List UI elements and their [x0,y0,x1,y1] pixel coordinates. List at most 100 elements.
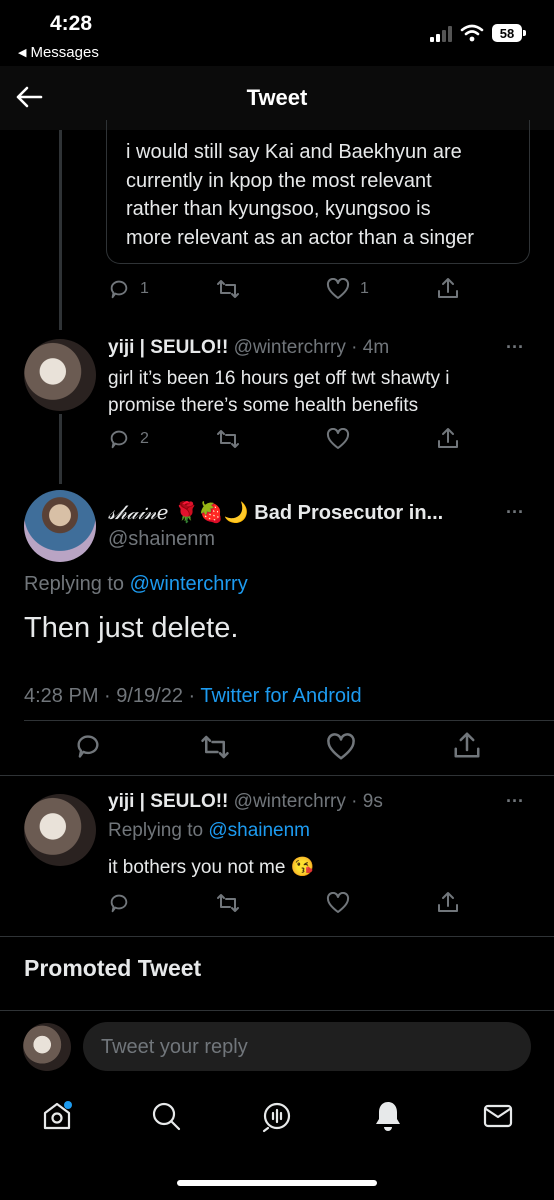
tweet-actions [108,892,538,916]
author-handle[interactable]: @winterchrry [234,337,346,358]
share-icon [454,732,480,758]
main-tweet-name[interactable]: 𝓈𝒽𝒶𝒾𝓃𝑒 🌹🍓🌙 Bad Prosecutor in... [108,500,443,525]
replying-to-link[interactable]: @shainenm [208,820,310,841]
like-count: 1 [360,280,369,297]
heart-icon [327,733,355,760]
heart-icon [326,428,350,449]
author-handle[interactable]: @shainenm [108,528,215,551]
wifi-icon [460,24,484,42]
thread-line [59,130,62,330]
tweet-time: 4m [362,337,390,358]
divider [0,775,554,776]
tweet-line: it bothers you not me [108,857,286,878]
reply-button[interactable] [74,732,102,760]
back-app-label: Messages [30,44,99,61]
thread-line [59,414,62,484]
avatar[interactable] [24,339,96,411]
promoted-tweet-heading: Promoted Tweet [24,955,202,981]
replying-to: Replying to @shainenm [108,820,310,842]
reply-icon [110,430,128,449]
replying-to: Replying to @winterchrry [24,573,248,596]
quoted-line: currently in kpop the most relevant [126,169,432,192]
reply-icon [110,280,128,299]
reply-count: 1 [140,280,149,297]
bell-icon [376,1102,400,1131]
more-options-button[interactable]: ··· [506,502,524,523]
back-to-messages-link[interactable]: ◀ Messages [18,44,99,61]
tab-notifications[interactable] [371,1099,405,1133]
mail-icon [483,1104,513,1128]
author-name-rest: Bad Prosecutor in... [254,502,444,524]
tweet-line: promise there’s some health benefits [108,395,419,416]
tab-messages[interactable] [482,1102,514,1130]
tweet-header: yiji | SEULO!! @winterchrry · 4m [108,337,389,359]
more-options-button[interactable]: ··· [506,791,524,812]
tweet-text: it bothers you not me 😘 [108,855,314,879]
battery-level: 58 [499,25,515,41]
tweet-source-link[interactable]: Twitter for Android [200,685,361,707]
avatar [23,1023,71,1071]
reply-button[interactable] [108,892,130,914]
like-button[interactable]: 1 [326,278,369,300]
share-button[interactable] [436,276,460,300]
retweet-icon [217,894,239,912]
retweet-button[interactable] [216,278,240,300]
retweet-button[interactable] [216,892,240,914]
kiss-emoji: 😘 [290,857,315,878]
reply-button[interactable]: 1 [108,278,149,300]
like-button[interactable] [326,733,356,761]
share-button[interactable] [436,890,460,914]
share-icon [438,278,458,298]
heart-icon [326,278,350,299]
quoted-line: more relevant as an actor than a singer [126,226,474,249]
avatar[interactable] [24,490,96,562]
home-indicator [177,1180,377,1186]
more-options-button[interactable]: ··· [506,337,524,358]
share-button[interactable] [452,730,482,760]
retweet-icon [217,430,239,448]
battery-cap [523,30,526,36]
signal-icon [430,26,454,42]
spaces-icon [262,1102,291,1133]
author-handle[interactable]: @winterchrry [234,791,346,812]
reply-icon [77,735,99,758]
tweet-meta: 4:28 PM · 9/19/22 · Twitter for Android [24,685,362,708]
divider [24,720,554,721]
reply-input[interactable]: Tweet your reply [83,1022,531,1071]
author-name[interactable]: yiji | SEULO!! [108,337,228,358]
tweet-timestamp: 4:28 PM · 9/19/22 · [24,685,196,707]
tab-search[interactable] [150,1100,182,1132]
main-tweet-actions [0,730,554,764]
reply-count: 2 [140,430,149,447]
share-button[interactable] [436,426,460,450]
tweet-time: 9s [362,791,383,812]
share-icon [438,428,458,448]
tweet-actions: 2 [108,428,538,452]
replying-to-link[interactable]: @winterchrry [130,573,248,595]
home-icon [43,1101,72,1130]
quoted-tweet-card[interactable]: i would still say Kai and Baekhyun are c… [106,120,530,264]
dot-separator: · [345,337,363,358]
name-emojis: 🌹🍓🌙 [174,502,249,524]
retweet-icon [201,735,229,759]
avatar[interactable] [24,794,96,866]
back-triangle-icon: ◀ [18,47,27,59]
retweet-button[interactable] [200,733,230,761]
like-button[interactable] [326,892,350,914]
tweet-header: yiji | SEULO!! @winterchrry · 9s [108,791,383,813]
tab-home[interactable] [40,1099,74,1133]
tab-spaces[interactable] [260,1099,294,1133]
tweet-line: girl it’s been 16 hours get off twt shaw… [108,368,450,389]
divider [0,1010,554,1011]
main-tweet-text: Then just delete. [24,612,239,644]
like-button[interactable] [326,428,350,450]
share-icon [438,892,458,912]
battery-indicator: 58 [492,24,522,42]
quoted-actions: 1 1 [108,278,538,302]
reply-button[interactable]: 2 [108,428,149,450]
bottom-tab-bar [0,1086,554,1156]
retweet-button[interactable] [216,428,240,450]
quoted-line: rather than kyungsoo, kyungsoo is [126,198,431,220]
author-name[interactable]: yiji | SEULO!! [108,791,228,812]
status-time: 4:28 [50,12,93,35]
